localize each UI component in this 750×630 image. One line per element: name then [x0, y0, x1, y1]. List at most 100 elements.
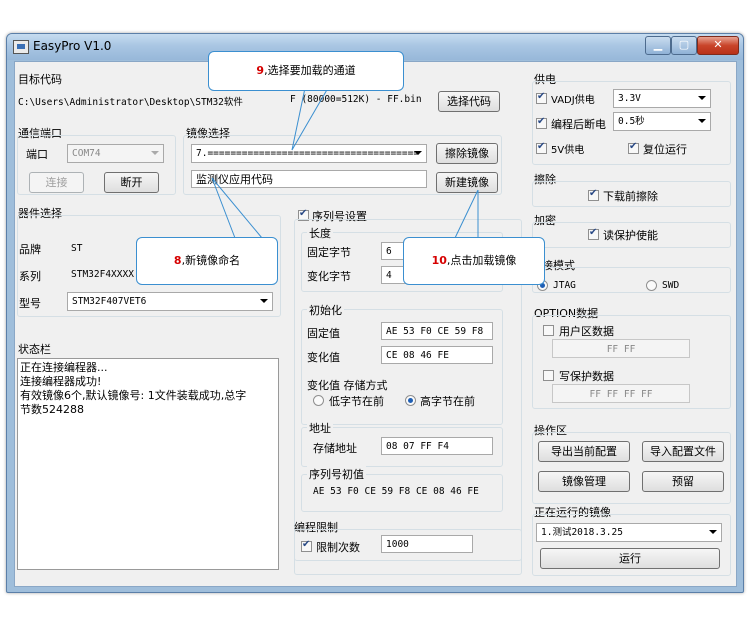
write-protect-checkbox[interactable] — [543, 370, 554, 381]
new-image-button[interactable]: 新建镜像 — [436, 172, 498, 193]
chevron-down-icon — [698, 119, 706, 123]
erase-before-download-label: 下载前擦除 — [603, 190, 658, 203]
status-line: 节数524288 — [20, 403, 84, 416]
chevron-down-icon — [260, 299, 268, 303]
model-value: STM32F407VET6 — [72, 296, 147, 307]
limit-count-checkbox[interactable] — [301, 539, 312, 552]
low-byte-first-radio[interactable] — [313, 395, 324, 406]
callout-load-image: 10,点击加载镜像 — [403, 237, 545, 285]
target-code-path: C:\Users\Administrator\Desktop\STM32软件 — [18, 97, 243, 108]
export-config-button[interactable]: 导出当前配置 — [538, 441, 630, 462]
run-button[interactable]: 运行 — [540, 548, 720, 569]
serial-init-value: AE 53 F0 CE 59 F8 CE 08 46 FE — [313, 486, 479, 497]
var-value-label: 变化值 — [307, 351, 340, 364]
status-line: 正在连接编程器... — [20, 361, 108, 374]
read-protect-label: 读保护使能 — [603, 229, 658, 242]
image-name-input[interactable]: 监测仪应用代码 — [191, 170, 427, 188]
image-manage-button[interactable]: 镜像管理 — [538, 471, 630, 492]
callout-name-image: 8,新镜像命名 — [136, 237, 278, 285]
app-window: EasyPro V1.0 ▁ ▢ ✕ 目标代码 C:\Users\Adminis… — [6, 33, 744, 593]
brand-label: 品牌 — [19, 243, 41, 256]
close-button[interactable]: ✕ — [697, 36, 739, 55]
vadj-voltage-select[interactable]: 3.3V — [613, 89, 711, 108]
brand-value: ST — [71, 243, 83, 254]
storage-addr-label: 存储地址 — [313, 442, 357, 455]
write-protect-input[interactable]: FF FF FF FF — [552, 384, 690, 403]
disconnect-button[interactable]: 断开 — [104, 172, 159, 193]
write-protect-label: 写保护数据 — [559, 370, 614, 383]
init-label: 初始化 — [307, 302, 344, 318]
status-line: 有效镜像6个,默认镜像号: 1文件装载成功,总字 — [20, 389, 247, 402]
jtag-label: JTAG — [553, 280, 576, 291]
callout-8-number: 8 — [173, 254, 182, 267]
reset-run-checkbox[interactable] — [628, 141, 639, 154]
user-data-input[interactable]: FF FF — [552, 339, 690, 358]
storage-addr-input[interactable]: 08 07 FF F4 — [381, 437, 493, 455]
limit-count-input[interactable]: 1000 — [381, 535, 473, 553]
select-code-button[interactable]: 选择代码 — [438, 91, 500, 112]
connect-button[interactable]: 连接 — [29, 172, 84, 193]
callout-9-text: ,选择要加载的通道 — [264, 64, 356, 77]
chevron-down-icon — [151, 151, 159, 155]
storage-mode-label: 变化值 存储方式 — [307, 379, 388, 392]
series-label: 系列 — [19, 270, 41, 283]
status-label: 状态栏 — [18, 343, 51, 356]
callout-9-number: 9 — [256, 64, 265, 77]
user-data-checkbox[interactable] — [543, 325, 554, 336]
chevron-down-icon — [414, 151, 422, 155]
series-value: STM32F4XXXX — [71, 269, 134, 280]
reset-run-label: 复位运行 — [643, 143, 687, 156]
fixed-bytes-label: 固定字节 — [307, 246, 351, 259]
status-line: 连接编程器成功! — [20, 375, 102, 388]
app-icon — [13, 40, 29, 54]
chevron-down-icon — [709, 530, 717, 534]
v5-checkbox[interactable] — [536, 141, 547, 154]
vadj-label: VADJ供电 — [551, 95, 595, 106]
var-value-input[interactable]: CE 08 46 FE — [381, 346, 493, 364]
target-code-label: 目标代码 — [18, 73, 62, 86]
minimize-button[interactable]: ▁ — [645, 36, 671, 55]
maximize-button[interactable]: ▢ — [671, 36, 697, 55]
running-image-select[interactable]: 1.测试2018.3.25 — [536, 523, 722, 542]
v5-label: 5V供电 — [551, 145, 585, 156]
port-select[interactable]: COM74 — [67, 144, 164, 163]
high-byte-first-label: 高字节在前 — [420, 395, 475, 408]
running-image-value: 1.测试2018.3.25 — [541, 527, 623, 538]
power-off-after-checkbox[interactable] — [536, 116, 547, 129]
port-label: 端口 — [26, 148, 48, 161]
var-bytes-label: 变化字节 — [307, 270, 351, 283]
callout-select-channel: 9,选择要加载的通道 — [208, 51, 404, 91]
length-label: 长度 — [307, 225, 333, 241]
erase-before-download-checkbox[interactable] — [588, 188, 599, 201]
import-config-button[interactable]: 导入配置文件 — [642, 441, 724, 462]
user-data-label: 用户区数据 — [559, 325, 614, 338]
vadj-voltage-value: 3.3V — [618, 93, 641, 104]
window-title: EasyPro V1.0 — [33, 39, 112, 53]
fixed-value-label: 固定值 — [307, 327, 340, 340]
swd-radio[interactable] — [646, 280, 657, 291]
read-protect-checkbox[interactable] — [588, 227, 599, 240]
erase-image-button[interactable]: 擦除镜像 — [436, 143, 498, 164]
status-log[interactable]: 正在连接编程器... 连接编程器成功! 有效镜像6个,默认镜像号: 1文件装载成… — [17, 358, 279, 570]
serial-init-label: 序列号初值 — [307, 466, 366, 482]
callout-10-number: 10 — [431, 254, 447, 267]
low-byte-first-label: 低字节在前 — [329, 395, 384, 408]
limit-count-label: 限制次数 — [316, 541, 360, 554]
port-value: COM74 — [72, 148, 101, 159]
fixed-value-input[interactable]: AE 53 F0 CE 59 F8 — [381, 322, 493, 340]
power-off-delay-value: 0.5秒 — [618, 116, 645, 127]
vadj-checkbox[interactable] — [536, 91, 547, 104]
image-channel-select[interactable]: 7.===================================== — [191, 144, 427, 163]
target-code-size: F (80000=512K) - FF.bin — [290, 94, 422, 105]
address-label: 地址 — [307, 420, 333, 436]
reserve-button[interactable]: 预留 — [642, 471, 724, 492]
power-off-delay-select[interactable]: 0.5秒 — [613, 112, 711, 131]
chevron-down-icon — [698, 96, 706, 100]
model-select[interactable]: STM32F407VET6 — [67, 292, 273, 311]
swd-label: SWD — [662, 280, 680, 291]
callout-10-text: ,点击加载镜像 — [446, 254, 517, 267]
client-area: 目标代码 C:\Users\Administrator\Desktop\STM3… — [14, 61, 737, 587]
model-label: 型号 — [19, 297, 41, 310]
high-byte-first-radio[interactable] — [405, 395, 416, 406]
image-channel-value: 7.===================================== — [196, 148, 420, 159]
